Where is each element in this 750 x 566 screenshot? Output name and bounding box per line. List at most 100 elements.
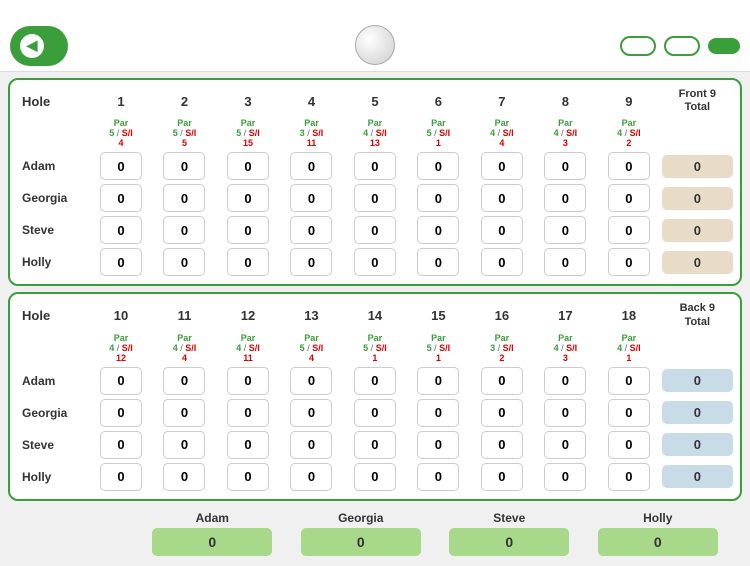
- georgia-total-group: Georgia 0: [287, 511, 436, 556]
- front-score-input-georgia-hole-1[interactable]: [100, 184, 142, 212]
- front-score-input-adam-hole-7[interactable]: [481, 152, 523, 180]
- back-score-input-steve-hole-17[interactable]: [544, 431, 586, 459]
- back-score-input-steve-hole-13[interactable]: [290, 431, 332, 459]
- front-score-input-georgia-hole-5[interactable]: [354, 184, 396, 212]
- back-score-input-holly-hole-12[interactable]: [227, 463, 269, 491]
- hole-2-header: 2: [153, 86, 216, 116]
- back-score-input-holly-hole-14[interactable]: [354, 463, 396, 491]
- front-score-input-holly-hole-2[interactable]: [163, 248, 205, 276]
- back-score-input-adam-hole-12[interactable]: [227, 367, 269, 395]
- back-score-input-adam-hole-16[interactable]: [481, 367, 523, 395]
- hole-18-parsi: Par4 / S/I1: [597, 331, 660, 365]
- back-score-input-adam-hole-18[interactable]: [608, 367, 650, 395]
- front-score-input-adam-hole-3[interactable]: [227, 152, 269, 180]
- front-score-input-steve-hole-9[interactable]: [608, 216, 650, 244]
- back-total-adam: 0: [662, 369, 733, 392]
- front-score-input-georgia-hole-7[interactable]: [481, 184, 523, 212]
- front-score-input-steve-hole-4[interactable]: [290, 216, 332, 244]
- hole-16-header: 16: [470, 300, 533, 330]
- back-score-input-georgia-hole-14[interactable]: [354, 399, 396, 427]
- front-score-input-steve-hole-2[interactable]: [163, 216, 205, 244]
- front-score-input-adam-hole-6[interactable]: [417, 152, 459, 180]
- front-score-input-holly-hole-4[interactable]: [290, 248, 332, 276]
- back-button[interactable]: ◀: [10, 26, 68, 66]
- front-score-input-steve-hole-8[interactable]: [544, 216, 586, 244]
- back-score-input-georgia-hole-16[interactable]: [481, 399, 523, 427]
- holly-total-group: Holly 0: [584, 511, 733, 556]
- front-score-input-holly-hole-5[interactable]: [354, 248, 396, 276]
- back-score-input-georgia-hole-15[interactable]: [417, 399, 459, 427]
- back-score-input-georgia-hole-18[interactable]: [608, 399, 650, 427]
- mode-buttons: [620, 36, 740, 56]
- front-score-input-adam-hole-9[interactable]: [608, 152, 650, 180]
- front-score-input-georgia-hole-8[interactable]: [544, 184, 586, 212]
- front-total-parsi: [661, 116, 734, 150]
- hole-2-parsi: Par5 / S/I5: [153, 116, 216, 150]
- back-score-input-steve-hole-15[interactable]: [417, 431, 459, 459]
- net-button[interactable]: [664, 36, 700, 56]
- hole-7-header: 7: [470, 86, 533, 116]
- full-totals-section: Adam 0 Georgia 0 Steve 0 Holly 0: [8, 507, 742, 560]
- front-score-input-holly-hole-1[interactable]: [100, 248, 142, 276]
- hole-6-parsi: Par5 / S/I1: [407, 116, 470, 150]
- back-score-input-adam-hole-17[interactable]: [544, 367, 586, 395]
- front-score-input-georgia-hole-2[interactable]: [163, 184, 205, 212]
- back-score-input-adam-hole-10[interactable]: [100, 367, 142, 395]
- back-score-input-holly-hole-17[interactable]: [544, 463, 586, 491]
- back-score-input-steve-hole-12[interactable]: [227, 431, 269, 459]
- front-score-input-steve-hole-6[interactable]: [417, 216, 459, 244]
- back-score-input-holly-hole-15[interactable]: [417, 463, 459, 491]
- front-score-input-holly-hole-9[interactable]: [608, 248, 650, 276]
- front-score-input-holly-hole-7[interactable]: [481, 248, 523, 276]
- front-score-input-steve-hole-7[interactable]: [481, 216, 523, 244]
- back-score-input-georgia-hole-13[interactable]: [290, 399, 332, 427]
- front-score-input-holly-hole-8[interactable]: [544, 248, 586, 276]
- front-score-input-adam-hole-8[interactable]: [544, 152, 586, 180]
- back-score-input-holly-hole-16[interactable]: [481, 463, 523, 491]
- front-score-input-steve-hole-1[interactable]: [100, 216, 142, 244]
- back-score-input-adam-hole-15[interactable]: [417, 367, 459, 395]
- front-score-input-adam-hole-5[interactable]: [354, 152, 396, 180]
- hole-1-header: 1: [89, 86, 152, 116]
- back-score-input-adam-hole-13[interactable]: [290, 367, 332, 395]
- back-score-input-steve-hole-14[interactable]: [354, 431, 396, 459]
- back-score-input-georgia-hole-11[interactable]: [163, 399, 205, 427]
- front-score-input-georgia-hole-6[interactable]: [417, 184, 459, 212]
- gross-button[interactable]: [620, 36, 656, 56]
- front-score-input-adam-hole-1[interactable]: [100, 152, 142, 180]
- front-player-adam-name: Adam: [16, 150, 89, 182]
- back-score-input-adam-hole-11[interactable]: [163, 367, 205, 395]
- front-score-input-adam-hole-2[interactable]: [163, 152, 205, 180]
- back-score-input-holly-hole-11[interactable]: [163, 463, 205, 491]
- front-score-input-steve-hole-5[interactable]: [354, 216, 396, 244]
- front-score-input-holly-hole-6[interactable]: [417, 248, 459, 276]
- back-score-input-georgia-hole-12[interactable]: [227, 399, 269, 427]
- front-score-input-steve-hole-3[interactable]: [227, 216, 269, 244]
- hole-16-parsi: Par3 / S/I2: [470, 331, 533, 365]
- front-total-steve: 0: [662, 219, 733, 242]
- back-score-input-georgia-hole-17[interactable]: [544, 399, 586, 427]
- back-score-input-steve-hole-18[interactable]: [608, 431, 650, 459]
- back-score-input-steve-hole-10[interactable]: [100, 431, 142, 459]
- front-score-input-holly-hole-3[interactable]: [227, 248, 269, 276]
- hole-3-parsi: Par5 / S/I15: [216, 116, 279, 150]
- back-score-input-steve-hole-11[interactable]: [163, 431, 205, 459]
- back-score-input-holly-hole-10[interactable]: [100, 463, 142, 491]
- front-score-input-adam-hole-4[interactable]: [290, 152, 332, 180]
- back-score-input-holly-hole-18[interactable]: [608, 463, 650, 491]
- front-score-input-georgia-hole-4[interactable]: [290, 184, 332, 212]
- back-nine-table: Hole 10 11 12 13 14 15 16 17 18 Back 9To…: [16, 300, 734, 492]
- back-score-input-steve-hole-16[interactable]: [481, 431, 523, 459]
- back-score-input-adam-hole-14[interactable]: [354, 367, 396, 395]
- stable-button[interactable]: [708, 38, 740, 54]
- back-score-input-georgia-hole-10[interactable]: [100, 399, 142, 427]
- front-score-input-georgia-hole-3[interactable]: [227, 184, 269, 212]
- front-player-georgia-name: Georgia: [16, 182, 89, 214]
- hole-11-header: 11: [153, 300, 216, 330]
- back-total-holly: 0: [662, 465, 733, 488]
- company-logo-area: [355, 25, 395, 67]
- adam-total-name: Adam: [196, 511, 229, 525]
- hole-11-parsi: Par4 / S/I4: [153, 331, 216, 365]
- front-score-input-georgia-hole-9[interactable]: [608, 184, 650, 212]
- back-score-input-holly-hole-13[interactable]: [290, 463, 332, 491]
